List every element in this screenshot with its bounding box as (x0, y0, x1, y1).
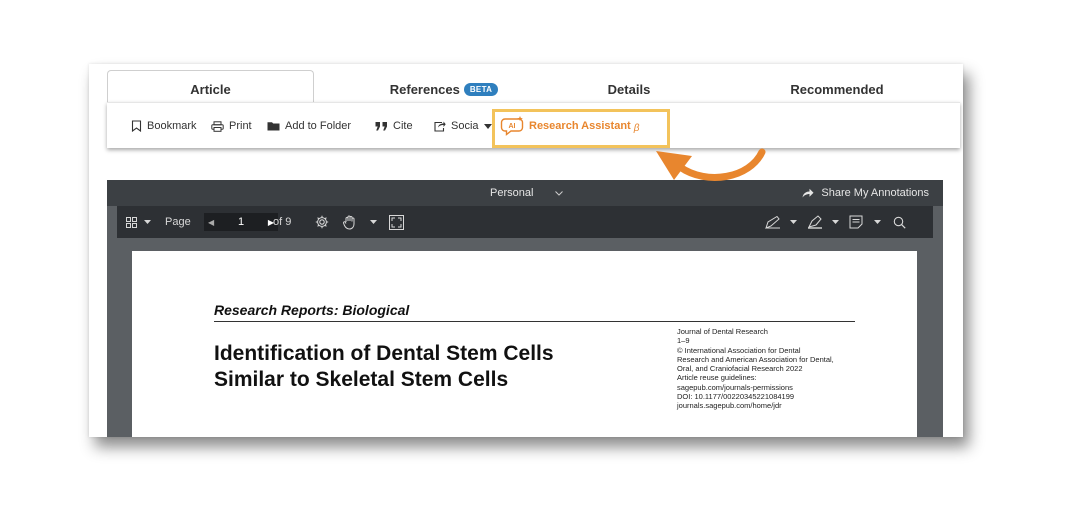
page-total: of 9 (273, 206, 291, 238)
highlighter-tool-button[interactable] (807, 206, 823, 238)
page-label: Page (165, 206, 191, 238)
article-action-toolbar: Bookmark Print Add to Folder Cite Socia … (107, 102, 960, 148)
annotation-set-dropdown[interactable]: Personal (490, 180, 564, 206)
chevron-down-icon (144, 220, 151, 224)
hand-pan-icon (343, 215, 355, 230)
add-to-folder-button[interactable]: Add to Folder (267, 103, 351, 149)
bookmark-button[interactable]: Bookmark (131, 103, 197, 149)
highlighter-tool-dropdown[interactable] (832, 206, 839, 238)
meta-permissions-link[interactable]: sagepub.com/journals-permissions (677, 383, 867, 392)
social-label: Socia (451, 120, 479, 132)
grid-icon (126, 216, 137, 228)
pdf-viewer: Personal Share My Annotations Page ◀ 1 ▶ (107, 180, 943, 437)
pan-tool-button[interactable] (342, 206, 358, 238)
paper-title-line1: Identification of Dental Stem Cells (214, 342, 554, 365)
highlighter-icon (808, 215, 822, 229)
chevron-down-icon (790, 220, 797, 224)
cite-button[interactable]: Cite (375, 103, 413, 149)
meta-journal-link[interactable]: journals.sagepub.com/home/jdr (677, 401, 867, 410)
note-icon (849, 215, 863, 229)
page-navigator[interactable]: ◀ 1 ▶ (204, 213, 278, 231)
tab-recommended-label: Recommended (790, 81, 884, 97)
bookmark-icon (131, 120, 142, 132)
article-section-kicker: Research Reports: Biological (214, 302, 410, 318)
share-annotations-label: Share My Annotations (821, 187, 929, 199)
research-assistant-highlight-box (492, 109, 670, 148)
tab-references-label: References (389, 81, 460, 97)
pdf-page: Research Reports: Biological Identificat… (132, 251, 917, 437)
paper-title-line2: Similar to Skeletal Stem Cells (214, 368, 509, 391)
meta-journal: Journal of Dental Research (677, 327, 768, 336)
meta-pages: 1–9 (677, 336, 690, 346)
thumbnails-button[interactable] (126, 206, 137, 238)
cite-label: Cite (393, 120, 413, 132)
prev-page-icon[interactable]: ◀ (208, 218, 214, 227)
bookmark-label: Bookmark (147, 120, 197, 132)
pen-icon (765, 215, 780, 229)
tab-article-label: Article (190, 82, 231, 97)
page-label-text: Page (165, 216, 191, 228)
meta-doi[interactable]: DOI: 10.1177/00220345221084199 (677, 392, 867, 401)
fit-page-button[interactable] (389, 206, 404, 238)
annotation-set-label: Personal (490, 187, 534, 199)
thumbnails-dropdown[interactable] (144, 206, 151, 238)
social-share-button[interactable]: Socia (433, 103, 492, 149)
divider (214, 321, 855, 322)
meta-copyright-3: Oral, and Craniofacial Research 2022 (677, 364, 803, 374)
note-tool-button[interactable] (849, 206, 863, 238)
search-button[interactable] (893, 206, 906, 238)
chevron-down-icon (555, 190, 564, 196)
chevron-down-icon (832, 220, 839, 224)
share-icon (434, 121, 446, 132)
print-label: Print (229, 120, 252, 132)
curved-arrow-icon (656, 148, 766, 181)
paper-title: Identification of Dental Stem Cells Simi… (214, 341, 634, 393)
current-page-input[interactable]: 1 (238, 216, 244, 228)
note-tool-dropdown[interactable] (874, 206, 881, 238)
viewer-header: Personal Share My Annotations (107, 180, 943, 206)
pan-tool-dropdown[interactable] (370, 206, 377, 238)
share-annotations-button[interactable]: Share My Annotations (802, 180, 929, 206)
meta-reuse: Article reuse guidelines: (677, 373, 757, 383)
chevron-down-icon (874, 220, 881, 224)
journal-metadata: Journal of Dental Research 1–9 © Interna… (677, 327, 867, 411)
article-card: Article References BETA Details Recommen… (89, 64, 963, 437)
folder-icon (267, 122, 280, 131)
fit-page-icon (389, 214, 404, 230)
meta-copyright-2: Research and American Association for De… (677, 354, 834, 364)
pen-tool-button[interactable] (765, 206, 781, 238)
tab-details-label: Details (607, 81, 651, 97)
add-to-folder-label: Add to Folder (285, 120, 352, 132)
beta-badge: BETA (463, 82, 499, 96)
viewer-settings-button[interactable] (315, 206, 329, 238)
page-total-text: of 9 (273, 216, 292, 228)
search-icon (893, 216, 906, 229)
settings-icon (315, 215, 329, 229)
viewer-toolbar: Page ◀ 1 ▶ of 9 (117, 206, 933, 238)
chevron-down-icon (483, 123, 492, 129)
print-button[interactable]: Print (211, 103, 252, 149)
pen-tool-dropdown[interactable] (790, 206, 797, 238)
meta-copyright-1: © International Association for Dental (677, 345, 801, 355)
chevron-down-icon (370, 220, 377, 224)
print-icon (211, 120, 224, 132)
quote-icon (375, 122, 387, 131)
share-arrow-icon (802, 188, 814, 198)
